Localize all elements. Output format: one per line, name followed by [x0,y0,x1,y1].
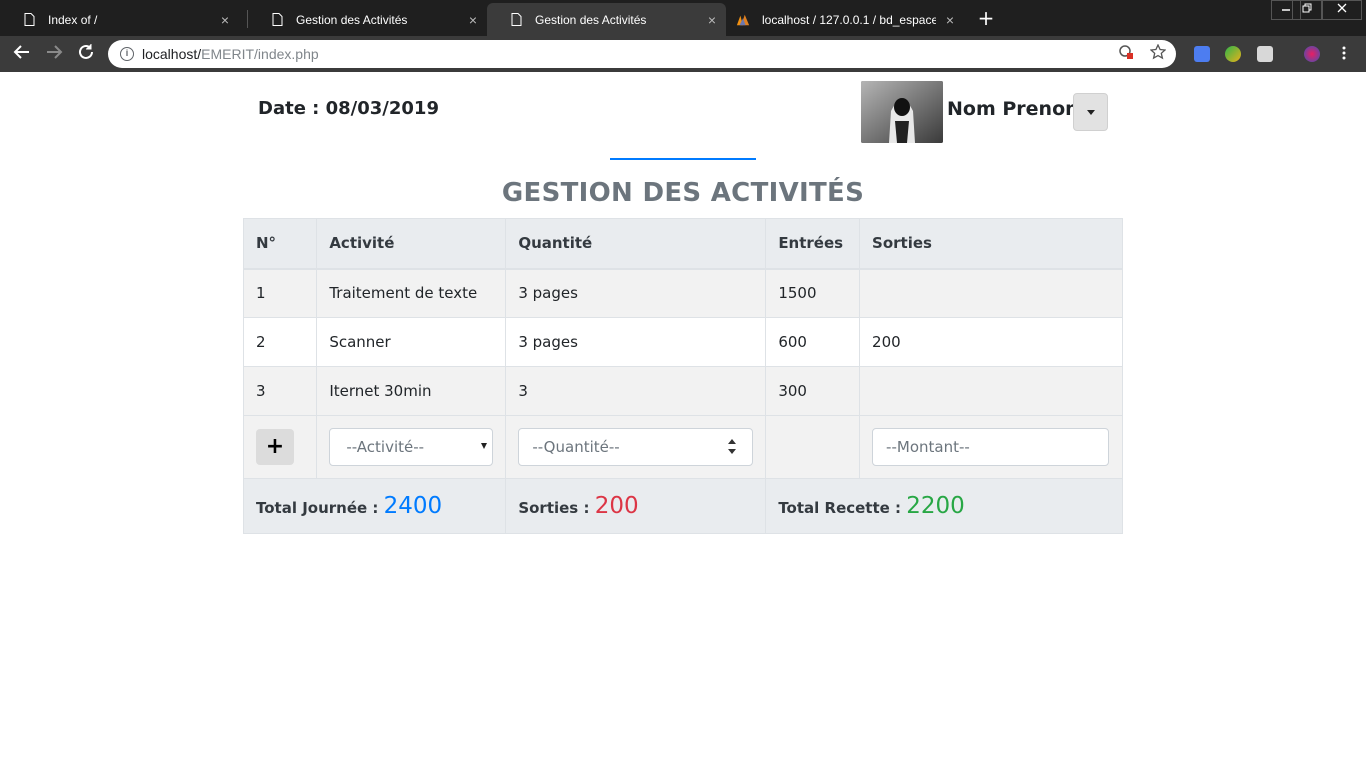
user-menu-dropdown-button[interactable] [1073,93,1108,131]
tab-title: Index of / [48,12,98,27]
browser-tab-bar: Index of / × Gestion des Activités × Ges… [0,0,1366,36]
total-sorties-value: 200 [594,493,639,519]
tab-title: localhost / 127.0.0.1 / bd_espace [762,12,936,27]
quantity-input[interactable]: --Quantité-- [518,428,754,466]
restore-icon[interactable] [1292,0,1322,20]
window-close-icon[interactable] [1322,0,1362,20]
add-activity-button[interactable]: + [256,429,294,465]
cell-entrees: 600 [765,317,861,367]
cell-number: 3 [242,366,318,416]
cell-number: 1 [242,268,318,318]
cell-activity: Scanner [316,317,507,367]
cell-quantity: 3 [505,366,767,416]
column-header: Sorties [859,218,1123,270]
add-activity-form-row: + --Activité-- --Quantité-- --Montant-- [242,415,1123,479]
close-icon[interactable]: × [459,12,487,28]
extension-icon[interactable] [1225,46,1241,62]
cell-activity: Iternet 30min [316,366,507,416]
total-recette-value: 2200 [906,493,965,519]
page-content: Date : 08/03/2019 Nom Prenom GESTION DES… [0,72,1366,768]
page-icon [270,13,284,27]
address-bar[interactable]: i localhost/EMERIT/index.php [108,40,1176,68]
tab-title: Gestion des Activités [296,12,408,27]
page-title: GESTION DES ACTIVITÉS [501,178,865,208]
activity-select-cell: --Activité-- [316,415,507,479]
total-journee-label: Total Journée : [256,499,379,517]
cell-number: 2 [242,317,318,367]
close-icon[interactable]: × [936,12,964,28]
browser-tab[interactable]: localhost / 127.0.0.1 / bd_espace × [726,3,964,36]
amount-input[interactable]: --Montant-- [872,428,1110,466]
page-icon [22,13,36,27]
table-row: 2 Scanner 3 pages 600 200 [242,317,1123,367]
amount-input-cell: --Montant-- [859,415,1123,479]
table-header-row: N° Activité Quantité Entrées Sorties [242,218,1123,270]
cube-extension-icon[interactable] [1257,46,1273,62]
cell-activity: Traitement de texte [316,268,507,318]
new-tab-button[interactable]: + [975,8,997,30]
number-spinner-icon[interactable] [726,437,738,457]
title-accent-line [610,158,756,160]
cell-entrees: 300 [765,366,861,416]
blocked-content-icon[interactable] [1118,44,1134,65]
column-header: Activité [316,218,507,270]
browser-tab[interactable]: Gestion des Activités × [248,3,487,36]
star-icon[interactable] [1149,43,1167,65]
total-sorties: Sorties : 200 [505,478,767,534]
page-icon [509,13,523,27]
back-icon[interactable] [11,43,33,65]
quantity-placeholder: --Quantité-- [532,438,620,456]
reload-icon[interactable] [75,43,97,65]
cell-sorties [859,366,1123,416]
activity-select[interactable]: --Activité-- [329,428,494,466]
amount-placeholder: --Montant-- [886,438,970,456]
column-header: Quantité [505,218,767,270]
browser-tab-active[interactable]: Gestion des Activités × [487,3,726,36]
column-header: Entrées [765,218,861,270]
cell-entrees: 1500 [765,268,861,318]
column-header: N° [242,218,318,270]
date-label: Date : 08/03/2019 [258,98,439,119]
close-icon[interactable]: × [698,12,726,28]
activity-select-value: --Activité-- [346,438,425,456]
total-journee-value: 2400 [383,493,443,519]
total-recette-label: Total Recette : [778,499,902,517]
cell-sorties: 200 [859,317,1123,367]
avatar [861,81,943,143]
add-cell: + [242,415,318,479]
browser-tab[interactable]: Index of / × [0,3,239,36]
phpmyadmin-icon [736,13,750,27]
profile-avatar-icon[interactable] [1304,46,1320,62]
caret-down-icon [1087,110,1095,115]
activities-table: N° Activité Quantité Entrées Sorties 1 T… [242,218,1123,534]
total-recette: Total Recette : 2200 [765,478,1123,534]
url-path: EMERIT/index.php [201,46,319,62]
user-name: Nom Prenom [947,98,1085,120]
quantity-input-cell: --Quantité-- [505,415,767,479]
total-journee: Total Journée : 2400 [242,478,507,534]
total-sorties-label: Sorties : [518,499,590,517]
empty-cell [765,415,861,479]
menu-dots-icon[interactable] [1336,45,1352,65]
cell-quantity: 3 pages [505,268,767,318]
browser-toolbar: i localhost/EMERIT/index.php [0,36,1366,72]
cell-sorties [859,268,1123,318]
select-arrow-icon [481,443,488,449]
cell-quantity: 3 pages [505,317,767,367]
table-row: 3 Iternet 30min 3 300 [242,366,1123,416]
url-host: localhost/ [142,46,202,62]
forward-icon[interactable] [43,43,65,65]
tab-title: Gestion des Activités [535,12,647,27]
totals-row: Total Journée : 2400 Sorties : 200 Total… [242,478,1123,534]
info-icon[interactable]: i [120,47,134,61]
table-row: 1 Traitement de texte 3 pages 1500 [242,268,1123,318]
close-icon[interactable]: × [211,12,239,28]
bookmark-extension-icon[interactable] [1194,46,1210,62]
